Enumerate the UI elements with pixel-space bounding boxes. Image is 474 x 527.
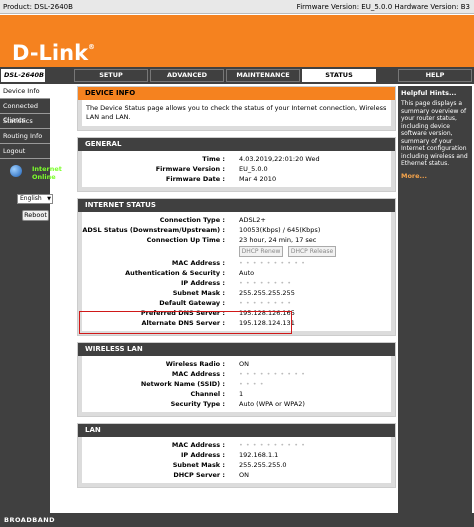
- info-row: DHCP Server : ON: [173, 471, 249, 479]
- globe-icon: [10, 165, 22, 177]
- lan-section: LAN MAC Address : • • • • • • • • • • IP …: [77, 423, 396, 488]
- help-more-link[interactable]: More...: [401, 172, 469, 180]
- sidebar-item-logout[interactable]: Logout: [0, 144, 50, 159]
- main-tabs: SETUP ADVANCED MAINTENANCE STATUS: [74, 69, 376, 82]
- reboot-button[interactable]: Reboot: [22, 210, 49, 221]
- language-value: English: [20, 195, 42, 202]
- info-row: Connection Up Time :23 hour, 24 min, 17 …: [146, 236, 317, 244]
- info-row: IP Address : • • • • • • • •: [181, 279, 292, 287]
- sidebar-item-routing-info[interactable]: Routing Info: [0, 129, 50, 144]
- info-row: Firmware Version : EU_5.0.0: [155, 165, 268, 173]
- device-info-section: DEVICE INFO The Device Status page allow…: [77, 86, 396, 131]
- info-row: Security Type : Auto (WPA or WPA2): [170, 400, 305, 408]
- sidebar-item-connected-clients[interactable]: Connected Clients: [0, 99, 50, 124]
- info-row: Subnet Mask :255.255.255.255: [172, 289, 295, 297]
- lan-title: LAN: [78, 424, 395, 437]
- dns-highlight-box: [79, 311, 292, 334]
- help-text: This page displays a summary overview of…: [401, 100, 468, 167]
- top-info-bar: Product: DSL-2640B Firmware Version: EU_…: [0, 0, 474, 14]
- info-row: MAC Address : • • • • • • • • • •: [171, 259, 306, 267]
- info-row: Subnet Mask :255.255.255.0: [172, 461, 287, 469]
- info-row: Authentication & Security : Auto: [125, 269, 255, 277]
- info-row: Default Gateway : • • • • • • • •: [159, 299, 292, 307]
- dhcp-release-button[interactable]: DHCP Release: [288, 246, 336, 257]
- info-row: MAC Address : • • • • • • • • • •: [171, 441, 306, 449]
- help-title: Helpful Hints...: [401, 89, 457, 97]
- online-line-1: Internet: [32, 165, 62, 173]
- info-row: Wireless Radio : ON: [165, 360, 249, 368]
- main-content: DEVICE INFO The Device Status page allow…: [77, 86, 396, 494]
- info-row: MAC Address : • • • • • • • • • •: [171, 370, 306, 378]
- tab-help[interactable]: HELP: [398, 69, 472, 82]
- device-info-description: The Device Status page allows you to che…: [82, 100, 391, 126]
- footer-bar: BROADBAND: [0, 513, 474, 527]
- dhcp-renew-button[interactable]: DHCP Renew: [239, 246, 283, 257]
- info-row: Connection Type : ADSL2+: [159, 216, 266, 224]
- model-badge: DSL-2640B: [1, 69, 45, 82]
- brand-banner: D-Link®: [0, 15, 474, 67]
- tab-status[interactable]: STATUS: [302, 69, 376, 82]
- firmware-label: Firmware Version: EU_5.0.0 Hardware Vers…: [296, 3, 470, 11]
- info-row: Channel :1: [190, 390, 244, 398]
- tab-advanced[interactable]: ADVANCED: [150, 69, 224, 82]
- online-line-2: Online: [32, 173, 56, 181]
- sidebar-item-statistics[interactable]: Statistics: [0, 114, 50, 129]
- language-select[interactable]: English ▼: [17, 194, 53, 204]
- info-row: IP Address :192.168.1.1: [181, 451, 279, 459]
- help-panel: Helpful Hints... This page displays a su…: [398, 86, 472, 514]
- product-label: Product: DSL-2640B: [3, 3, 73, 11]
- wireless-lan-section: WIRELESS LAN Wireless Radio : ON MAC Addr…: [77, 342, 396, 417]
- info-row: Firmware Date : Mar 4 2010: [165, 175, 277, 183]
- sidebar: Device Info Connected Clients Statistics…: [0, 84, 50, 514]
- general-section: GENERAL Time :4.03.2019,22:01:20 Wed Fir…: [77, 137, 396, 192]
- internet-status-title: INTERNET STATUS: [78, 199, 395, 212]
- dlink-logo: D-Link®: [12, 41, 96, 65]
- info-row: ADSL Status (Downstream/Upstream) :10053…: [82, 226, 321, 234]
- sidebar-item-device-info[interactable]: Device Info: [0, 84, 50, 99]
- wireless-lan-title: WIRELESS LAN: [78, 343, 395, 356]
- tab-setup[interactable]: SETUP: [74, 69, 148, 82]
- info-row: Time :4.03.2019,22:01:20 Wed: [202, 155, 320, 163]
- device-info-title: DEVICE INFO: [78, 87, 395, 100]
- tab-maintenance[interactable]: MAINTENANCE: [226, 69, 300, 82]
- chevron-down-icon: ▼: [47, 196, 51, 202]
- general-title: GENERAL: [78, 138, 395, 151]
- info-row: Network Name (SSID) : • • • •: [140, 380, 265, 388]
- footer-broadband: BROADBAND: [4, 516, 56, 524]
